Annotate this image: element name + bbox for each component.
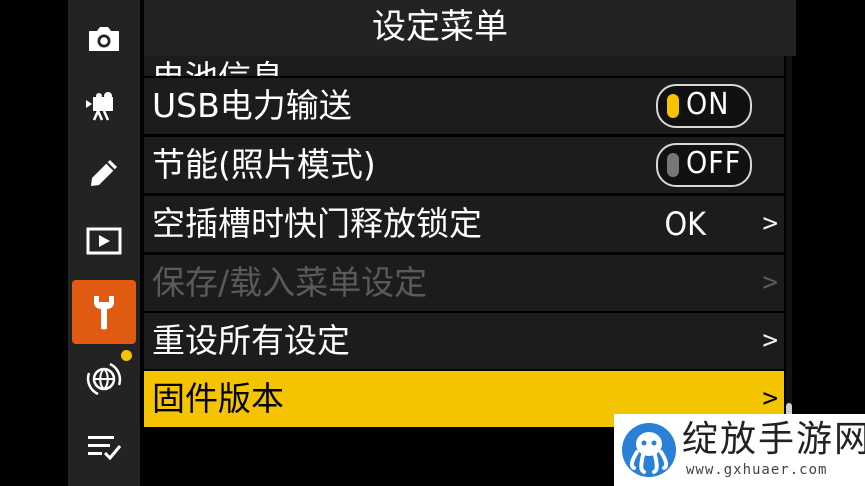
menu-item-label: 重设所有设定 (152, 321, 350, 360)
menu-item-label: 节能(照片模式) (152, 145, 376, 184)
toggle-state-label: OFF (686, 146, 742, 181)
page-title: 设定菜单 (372, 7, 508, 47)
tab-movie-shooting[interactable] (72, 78, 136, 136)
my-menu-icon (88, 436, 122, 461)
menu-item-label: USB电力输送 (152, 86, 352, 125)
toggle-knob (667, 94, 679, 118)
chevron-right-icon: > (762, 208, 778, 239)
watermark-url: www.gxhuaer.com (686, 462, 828, 478)
movie-camera-icon (86, 92, 113, 121)
playback-icon (86, 227, 122, 255)
tab-my-menu[interactable] (72, 418, 136, 476)
menu-item-reset-all-settings[interactable]: 重设所有设定 > (144, 313, 784, 369)
toggle-knob (667, 153, 679, 177)
tab-playback[interactable] (72, 212, 136, 270)
camera-icon (89, 27, 119, 51)
menu-item-label: 保存/载入菜单设定 (152, 263, 428, 302)
toggle-state-label: ON (686, 87, 730, 122)
menu-item-energy-saving[interactable]: 节能(照片模式) OFF (144, 137, 784, 193)
usb-power-toggle[interactable]: ON (656, 84, 752, 128)
wrench-icon (94, 296, 114, 330)
tab-setup[interactable] (72, 280, 136, 344)
menu-item-usb-power-delivery[interactable]: USB电力输送 ON (144, 78, 784, 134)
menu-item-empty-slot-release-lock[interactable]: 空插槽时快门释放锁定 OK > (144, 196, 784, 252)
menu-header: 设定菜单 (144, 0, 796, 56)
watermark-site-name: 绽放手游网 (682, 419, 865, 460)
notification-dot (121, 350, 132, 361)
camera-menu-screen: 设定菜单 电池信息 USB电力输送 ON 节能(照片模式) OFF 空插槽时快门… (0, 0, 865, 486)
octopus-logo-icon (622, 423, 676, 477)
network-globe-icon (86, 362, 122, 396)
menu-item-label: 固件版本 (152, 379, 284, 418)
tab-custom-settings[interactable] (72, 144, 136, 202)
watermark: 绽放手游网 www.gxhuaer.com (614, 414, 865, 486)
menu-item-value: OK (664, 205, 706, 243)
menu-scrollbar[interactable] (786, 56, 792, 426)
menu-item-save-load-settings: 保存/载入菜单设定 > (144, 255, 784, 311)
menu-item-label: 电池信息 (152, 58, 284, 76)
chevron-right-icon: > (762, 325, 778, 356)
chevron-right-icon: > (762, 267, 778, 298)
menu-tab-sidebar (68, 0, 140, 486)
energy-saving-toggle[interactable]: OFF (656, 143, 752, 187)
tab-photo-shooting[interactable] (72, 10, 136, 68)
menu-item-label: 空插槽时快门释放锁定 (152, 204, 482, 243)
chevron-right-icon: > (762, 383, 778, 414)
menu-item-battery-info[interactable]: 电池信息 (144, 56, 784, 76)
pencil-icon (91, 160, 117, 186)
